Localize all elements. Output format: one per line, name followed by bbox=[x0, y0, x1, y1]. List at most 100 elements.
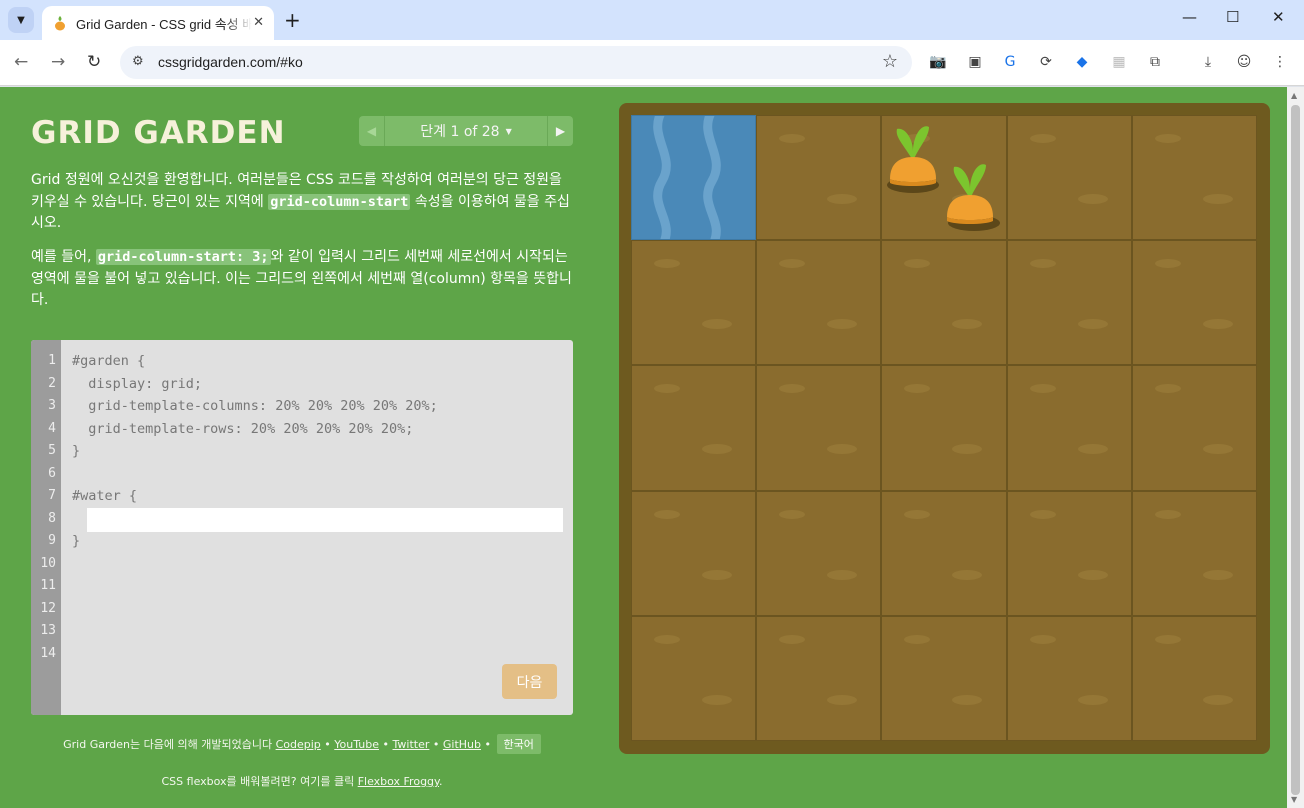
triangle-right-icon: ▶ bbox=[555, 124, 566, 138]
flexbox-froggy-link[interactable]: Flexbox Froggy bbox=[358, 775, 439, 788]
github-link[interactable]: GitHub bbox=[443, 738, 481, 751]
sync-icon[interactable]: ⟳ bbox=[1037, 53, 1055, 71]
garden-soil-cell bbox=[631, 240, 757, 366]
code-line: #water { bbox=[72, 488, 138, 504]
instructions-paragraph-2: 예를 들어, grid-column-start: 3; 와 같이 입력시 그리드… bbox=[31, 247, 573, 312]
flexbox-froggy-promo: CSS flexbox를 배워볼려면? 여기를 클릭 Flexbox Frogg… bbox=[31, 773, 573, 789]
carrot-icon bbox=[887, 126, 939, 193]
download-extension-icon[interactable]: ◆ bbox=[1073, 53, 1091, 71]
scrollbar-thumb[interactable] bbox=[1291, 105, 1300, 795]
water-waves-icon bbox=[653, 116, 721, 239]
line-number: 13 bbox=[40, 623, 56, 638]
period: . bbox=[438, 775, 443, 788]
cast-icon[interactable]: ▣ bbox=[966, 53, 984, 71]
translate-icon[interactable]: G bbox=[1001, 53, 1019, 71]
code-line: grid-template-columns: 20% 20% 20% 20% 2… bbox=[72, 398, 438, 414]
garden-soil-cell bbox=[1006, 615, 1132, 741]
code-line: } bbox=[72, 533, 81, 549]
code-line: display: grid; bbox=[72, 376, 203, 392]
garden-soil-cell bbox=[881, 365, 1007, 491]
triangle-left-icon: ◀ bbox=[366, 124, 377, 138]
caret-down-icon: ▼ bbox=[505, 126, 512, 136]
line-number: 9 bbox=[48, 533, 56, 548]
site-info-icon[interactable]: ⚙ bbox=[132, 54, 144, 69]
grid-garden-page: GRID GARDEN ◀ 단계 1 of 28 ▼ ▶ Grid 정원에 오신… bbox=[0, 87, 1287, 808]
garden-soil-cell bbox=[881, 240, 1007, 366]
garden-soil-cell bbox=[1006, 490, 1132, 616]
maximize-button[interactable]: ☐ bbox=[1226, 8, 1239, 26]
garden-soil-cell bbox=[756, 240, 882, 366]
garden-board bbox=[619, 103, 1270, 754]
browser-tab[interactable]: Grid Garden - CSS grid 속성 배우기 ✕ bbox=[42, 6, 274, 40]
bookmark-star-icon[interactable]: ☆ bbox=[882, 51, 898, 72]
minimize-button[interactable]: — bbox=[1182, 8, 1197, 26]
camera-icon[interactable]: 📷 bbox=[929, 53, 947, 71]
youtube-link[interactable]: YouTube bbox=[334, 738, 379, 751]
previous-level-button[interactable]: ◀ bbox=[359, 116, 385, 146]
garden-soil-cell bbox=[631, 365, 757, 491]
garden-soil-cell bbox=[756, 115, 882, 241]
level-indicator[interactable]: 단계 1 of 28 ▼ bbox=[385, 116, 547, 146]
css-editor: 1 2 3 4 5 6 7 8 9 10 11 12 13 14 #garden… bbox=[31, 340, 573, 715]
carrot-icon bbox=[947, 164, 1000, 231]
profile-avatar-icon[interactable]: ☺ bbox=[1235, 53, 1253, 71]
tab-bar: ▼ Grid Garden - CSS grid 속성 배우기 ✕ + — ☐ … bbox=[0, 0, 1304, 40]
garden-soil-cell bbox=[756, 615, 882, 741]
css-answer-input[interactable] bbox=[87, 508, 563, 532]
code-example: grid-column-start: 3; bbox=[95, 249, 271, 265]
garden-soil-cell bbox=[631, 490, 757, 616]
garden-soil-cell bbox=[756, 365, 882, 491]
credits: Grid Garden는 다음에 의해 개발되었습니다 Codepip • Yo… bbox=[31, 734, 573, 754]
grid-extension-icon[interactable]: ▦ bbox=[1110, 53, 1128, 71]
scroll-up-icon[interactable]: ▲ bbox=[1291, 91, 1297, 100]
extensions-puzzle-icon[interactable]: ⧉ bbox=[1146, 53, 1164, 71]
browser-toolbar: ← → ↻ ⚙ cssgridgarden.com/#ko ☆ bbox=[0, 40, 1304, 86]
line-number: 5 bbox=[48, 443, 56, 458]
separator: • bbox=[382, 738, 390, 751]
garden-soil-cell bbox=[1131, 240, 1257, 366]
garden-soil-cell bbox=[1006, 115, 1132, 241]
line-number: 11 bbox=[40, 578, 56, 593]
address-bar[interactable]: ⚙ cssgridgarden.com/#ko ☆ bbox=[120, 46, 912, 79]
code-line: grid-template-rows: 20% 20% 20% 20% 20%; bbox=[72, 421, 414, 437]
instruction-text: 예를 들어, bbox=[31, 249, 96, 265]
code-line: } bbox=[72, 443, 81, 459]
codepip-link[interactable]: Codepip bbox=[276, 738, 321, 751]
download-icon[interactable]: ⤓ bbox=[1199, 53, 1217, 71]
logo: GRID GARDEN bbox=[31, 115, 286, 151]
water-tile bbox=[631, 115, 756, 240]
garden-soil-cell bbox=[1131, 115, 1257, 241]
back-arrow-icon[interactable]: ← bbox=[14, 52, 28, 72]
close-window-button[interactable]: ✕ bbox=[1272, 8, 1285, 26]
code-keyword: grid-column-start bbox=[268, 193, 411, 210]
garden-soil-cell bbox=[631, 615, 757, 741]
separator: • bbox=[432, 738, 440, 751]
page-scrollbar[interactable]: ▲ ▼ bbox=[1287, 87, 1304, 808]
line-number: 14 bbox=[40, 646, 56, 661]
language-select-button[interactable]: 한국어 bbox=[496, 734, 541, 754]
next-level-arrow-button[interactable]: ▶ bbox=[547, 116, 573, 146]
garden-soil-cell bbox=[1131, 365, 1257, 491]
tab-title: Grid Garden - CSS grid 속성 배우기 bbox=[76, 16, 252, 32]
forward-arrow-icon[interactable]: → bbox=[51, 52, 65, 72]
line-number: 4 bbox=[48, 421, 56, 436]
url-text[interactable]: cssgridgarden.com/#ko bbox=[158, 54, 303, 70]
line-number: 2 bbox=[48, 376, 56, 391]
new-tab-button[interactable]: + bbox=[284, 8, 301, 32]
tab-search-button[interactable]: ▼ bbox=[8, 7, 34, 33]
credits-text: Grid Garden는 다음에 의해 개발되었습니다 bbox=[63, 738, 273, 751]
separator: • bbox=[484, 738, 492, 751]
garden-soil-cell bbox=[1131, 490, 1257, 616]
garden-soil-cell bbox=[1006, 240, 1132, 366]
twitter-link[interactable]: Twitter bbox=[393, 738, 430, 751]
scroll-down-icon[interactable]: ▼ bbox=[1291, 795, 1297, 804]
garden-soil-cell bbox=[881, 490, 1007, 616]
garden-soil-cell bbox=[1131, 615, 1257, 741]
reload-icon[interactable]: ↻ bbox=[87, 52, 101, 72]
level-label: 단계 1 of 28 bbox=[420, 124, 500, 140]
next-button[interactable]: 다음 bbox=[502, 664, 557, 699]
garden-soil-cell bbox=[756, 490, 882, 616]
close-tab-icon[interactable]: ✕ bbox=[253, 15, 264, 30]
line-number: 6 bbox=[48, 466, 56, 481]
more-menu-icon[interactable]: ⋮ bbox=[1271, 53, 1289, 71]
